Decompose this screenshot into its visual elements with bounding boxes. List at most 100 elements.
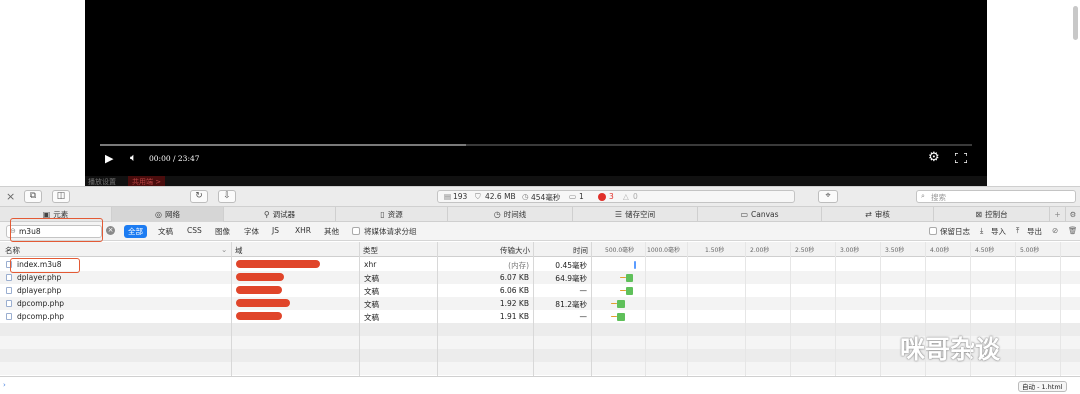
row-name: dplayer.php bbox=[17, 273, 62, 282]
column-time[interactable]: 时间 bbox=[573, 245, 588, 256]
file-icon bbox=[6, 313, 12, 320]
clear-log-icon[interactable]: 🗑︎ bbox=[1068, 226, 1078, 235]
row-time: — bbox=[579, 312, 588, 321]
import-icon[interactable]: ⤓ bbox=[980, 226, 983, 236]
tab-storage[interactable]: ☰ 储存空间 bbox=[573, 207, 698, 222]
canvas-icon: ▭ bbox=[740, 210, 749, 219]
waterfall-bar bbox=[634, 261, 636, 269]
tab-label: 审核 bbox=[874, 210, 890, 219]
tab-timeline[interactable]: ◷ 时间线 bbox=[448, 207, 573, 222]
volume-icon[interactable]: 🔈︎ bbox=[130, 151, 137, 165]
waterfall-gridline bbox=[1015, 242, 1016, 376]
filter-type-js[interactable]: JS bbox=[272, 226, 279, 235]
filter-type-image[interactable]: 图像 bbox=[215, 226, 230, 237]
column-name[interactable]: 名称 bbox=[5, 245, 20, 256]
row-size: 6.06 KB bbox=[499, 286, 529, 295]
debugger-icon: ⚲ bbox=[263, 210, 270, 219]
row-type: xhr bbox=[364, 260, 377, 269]
activity-status: ▤ 193 ⛉ 42.6 MB ◷ 454毫秒 ▭ 1 3 △ 0 bbox=[437, 190, 795, 203]
tab-canvas[interactable]: ▭ Canvas bbox=[698, 207, 822, 222]
tab-label: 资源 bbox=[387, 210, 403, 219]
message-icon: ▭ bbox=[569, 192, 577, 201]
waterfall-tick-label: 2.50秒 bbox=[795, 247, 815, 254]
waterfall-gridline bbox=[745, 242, 746, 376]
error-icon bbox=[598, 193, 606, 201]
filter-type-xhr[interactable]: XHR bbox=[295, 226, 311, 235]
download-icon[interactable]: ⇩ bbox=[218, 190, 236, 203]
waterfall-gridline bbox=[970, 242, 971, 376]
waterfall-gridline bbox=[880, 242, 881, 376]
group-media-checkbox[interactable] bbox=[352, 227, 360, 235]
warning-count[interactable]: 0 bbox=[633, 192, 638, 201]
column-transfer-size[interactable]: 传输大小 bbox=[500, 245, 530, 256]
file-icon bbox=[6, 300, 12, 307]
video-progress-bar[interactable] bbox=[100, 144, 972, 146]
execution-context-select[interactable]: 自动 - 1.html bbox=[1018, 381, 1067, 392]
clock-icon: ◷ bbox=[522, 192, 529, 201]
filter-type-document[interactable]: 文稿 bbox=[158, 226, 173, 237]
storage-icon: ☰ bbox=[614, 210, 623, 219]
video-player[interactable] bbox=[85, 0, 987, 183]
clear-filter-icon[interactable]: × bbox=[106, 226, 115, 235]
export-icon[interactable]: ⤒ bbox=[1016, 226, 1019, 236]
row-type: 文稿 bbox=[364, 313, 379, 322]
table-row[interactable]: dplayer.php 文稿 6.07 KB 64.9毫秒 bbox=[0, 271, 1080, 284]
column-domain[interactable]: 域 bbox=[235, 245, 243, 256]
page-scrollbar[interactable] bbox=[1073, 6, 1078, 40]
table-row[interactable]: dpcomp.php 文稿 1.92 KB 81.2毫秒 bbox=[0, 297, 1080, 310]
waterfall-wait-line bbox=[611, 316, 617, 317]
search-icon: ⌕ bbox=[921, 192, 925, 200]
column-type[interactable]: 类型 bbox=[363, 245, 378, 256]
waterfall-tick-label: 5.00秒 bbox=[1020, 247, 1040, 254]
filter-type-font[interactable]: 字体 bbox=[244, 226, 259, 237]
name-annotation-box bbox=[10, 258, 80, 273]
play-icon[interactable]: ▶ bbox=[105, 152, 113, 165]
tab-debugger[interactable]: ⚲ 调试器 bbox=[224, 207, 336, 222]
filter-type-all[interactable]: 全部 bbox=[124, 225, 147, 238]
sort-chevron-icon[interactable]: ⌄ bbox=[221, 245, 227, 254]
table-row[interactable]: index.m3u8 xhr (内存) 0.45毫秒 bbox=[0, 258, 1080, 271]
network-filter-bar: ⊖ m3u8 × 全部 文稿 CSS 图像 字体 JS XHR 其他 将媒体请求… bbox=[0, 222, 1080, 241]
export-button[interactable]: 导出 bbox=[1027, 226, 1042, 237]
import-button[interactable]: 导入 bbox=[991, 226, 1006, 237]
waterfall-tick-label: 4.50秒 bbox=[975, 247, 995, 254]
tab-label: 储存空间 bbox=[625, 210, 656, 219]
devtools-tab-bar: ▣ 元素 ◎ 网络 ⚲ 调试器 ▯ 资源 ◷ 时间线 ☰ 储存空间 ▭ Canvas ⇄ 审核 … bbox=[0, 207, 1080, 222]
waterfall-bar bbox=[626, 287, 633, 295]
group-media-label: 将媒体请求分组 bbox=[364, 227, 417, 236]
preserve-log-checkbox[interactable] bbox=[929, 227, 937, 235]
warning-icon: △ bbox=[623, 192, 629, 201]
tab-console[interactable]: ⊠ 控制台 bbox=[934, 207, 1050, 222]
filter-type-css[interactable]: CSS bbox=[187, 226, 202, 235]
element-picker-icon[interactable]: ⌖ bbox=[818, 190, 838, 203]
table-row[interactable]: dpcomp.php 文稿 1.91 KB — bbox=[0, 310, 1080, 323]
add-tab-icon[interactable]: + bbox=[1050, 207, 1066, 222]
filter-type-other[interactable]: 其他 bbox=[324, 226, 339, 237]
video-progress-fill bbox=[100, 144, 467, 146]
tab-label: 时间线 bbox=[503, 210, 527, 219]
console-prompt-icon[interactable]: › bbox=[3, 381, 6, 389]
table-row[interactable]: dplayer.php 文稿 6.06 KB — bbox=[0, 284, 1080, 297]
disable-cache-icon[interactable]: ⊘ bbox=[1052, 226, 1058, 235]
subbar-button[interactable]: 共用端 > bbox=[128, 176, 166, 186]
redacted-domain bbox=[236, 286, 282, 294]
network-icon: ◎ bbox=[155, 210, 162, 219]
search-field[interactable]: ⌕ 搜索 bbox=[916, 190, 1076, 203]
waterfall-gridline bbox=[645, 242, 646, 376]
settings-gear-icon[interactable]: ⚙ bbox=[1066, 207, 1080, 222]
undock-icon[interactable]: ⧉ bbox=[24, 190, 42, 203]
waterfall-bar bbox=[617, 313, 625, 321]
message-count: 1 bbox=[579, 192, 584, 201]
close-icon[interactable]: × bbox=[6, 190, 15, 203]
reload-icon[interactable]: ↻ bbox=[190, 190, 208, 203]
tab-network[interactable]: ◎ 网络 bbox=[112, 207, 224, 222]
waterfall-gridline bbox=[835, 242, 836, 376]
tab-audit[interactable]: ⇄ 审核 bbox=[822, 207, 934, 222]
error-count[interactable]: 3 bbox=[609, 192, 614, 201]
dock-side-icon[interactable]: ◫ bbox=[52, 190, 70, 203]
settings-gear-icon[interactable]: ⚙ bbox=[928, 150, 940, 165]
tab-resources[interactable]: ▯ 资源 bbox=[336, 207, 448, 222]
waterfall-tick-label: 3.50秒 bbox=[885, 247, 905, 254]
video-subbar: 播放设置 共用端 > bbox=[85, 176, 987, 186]
fullscreen-icon[interactable] bbox=[954, 152, 968, 164]
